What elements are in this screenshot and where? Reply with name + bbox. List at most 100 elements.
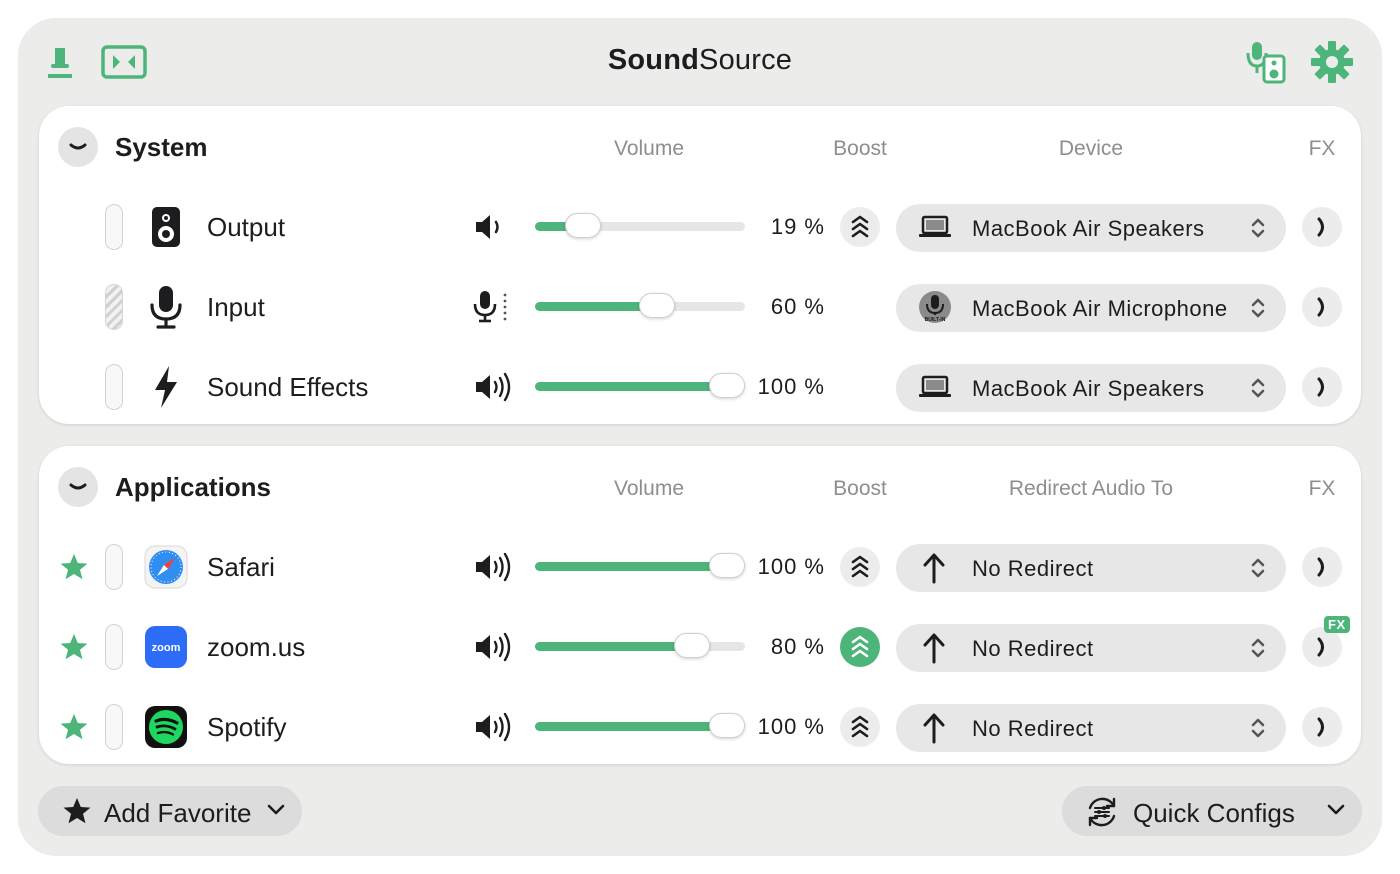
fx-button[interactable] [1302,207,1342,247]
builtin-mic-icon: BUILT-IN [918,290,952,329]
device-label: MacBook Air Speakers [972,376,1205,401]
redirect-select[interactable]: No Redirect [896,704,1286,752]
slider-knob[interactable] [709,713,745,738]
system-collapse-button[interactable] [58,127,98,167]
up-down-chevron-icon [1250,216,1266,245]
device-select[interactable]: MacBook Air Speakers [896,364,1286,412]
arrow-up-icon [922,712,946,749]
fx-button[interactable] [1302,707,1342,747]
gear-icon[interactable] [1310,40,1354,89]
volume-percent: 19 % [770,214,825,239]
add-favorite-button[interactable]: Add Favorite [38,786,302,836]
system-section-title: System [115,132,208,162]
star-icon [62,796,92,831]
chevron-right-icon [1317,557,1324,577]
applications-redirect-header: Redirect Audio To [1008,477,1174,500]
add-favorite-label: Add Favorite [104,798,252,828]
slider-knob[interactable] [639,293,675,318]
up-down-chevron-icon [1250,716,1266,745]
row-label: Sound Effects [207,372,369,402]
volume-slider[interactable] [535,213,745,238]
chevron-down-icon [69,483,87,490]
system-row-sound-effects: Sound Effects 100 % MacBook Air Speakers [39,348,1361,428]
applications-volume-header: Volume [613,477,685,500]
volume-slider[interactable] [535,373,745,398]
system-volume-header: Volume [613,137,685,160]
chevron-right-icon [1317,717,1324,737]
slider-knob[interactable] [709,553,745,578]
chevron-down-icon [1326,802,1346,821]
favorite-star-icon[interactable] [59,552,89,587]
boost-icon [851,635,869,658]
boost-icon [851,715,869,738]
applications-boost-header: Boost [833,477,887,500]
mute-toggle[interactable] [105,704,123,750]
fx-button[interactable] [1302,367,1342,407]
volume-percent: 100 % [757,554,825,579]
quick-configs-label: Quick Configs [1133,798,1295,828]
mic-speaker-icon[interactable] [1246,40,1288,89]
boost-button[interactable] [840,707,880,747]
boost-icon [851,555,869,578]
slider-knob[interactable] [674,633,710,658]
applications-section-title: Applications [115,472,272,502]
speaker-high-icon[interactable] [473,552,515,587]
app-row-spotify: Spotify 100 % No Redirect [39,688,1361,768]
applications-collapse-button[interactable] [58,467,98,507]
microphone-icon [143,284,189,330]
row-label: zoom.us [207,632,306,662]
boost-button[interactable] [840,547,880,587]
microphone-level-icon[interactable] [473,290,513,329]
volume-slider[interactable] [535,633,745,658]
speaker-low-icon[interactable] [473,212,513,247]
chevron-right-icon [1317,217,1324,237]
arrow-up-icon [922,552,946,589]
safari-icon [143,544,189,590]
fx-button[interactable] [1302,547,1342,587]
slider-knob[interactable] [709,373,745,398]
laptop-icon [918,374,952,405]
titlebar: SoundSource [18,18,1382,106]
volume-slider[interactable] [535,713,745,738]
volume-slider[interactable] [535,553,745,578]
fx-button[interactable] [1302,627,1342,667]
applications-panel: Applications Volume Boost Redirect Audio… [39,446,1361,764]
redirect-label: No Redirect [972,636,1094,661]
svg-text:BUILT-IN: BUILT-IN [925,317,946,323]
boost-button[interactable] [840,627,880,667]
system-row-input: Input 60 % BUILT-IN MacBook Air Micropho… [39,268,1361,348]
volume-percent: 60 % [770,294,825,319]
boost-button[interactable] [840,207,880,247]
system-row-output: Output 19 % MacBook Air Speakers [39,188,1361,268]
device-select[interactable]: BUILT-IN MacBook Air Microphone [896,284,1286,332]
device-label: MacBook Air Speakers [972,216,1205,241]
speaker-high-icon[interactable] [473,632,515,667]
redirect-label: No Redirect [972,716,1094,741]
up-down-chevron-icon [1250,556,1266,585]
mute-toggle[interactable] [105,364,123,410]
mute-toggle[interactable] [105,544,123,590]
system-panel: System Volume Boost Device FX Output 19 … [39,106,1361,424]
favorite-star-icon[interactable] [59,712,89,747]
device-select[interactable]: MacBook Air Speakers [896,204,1286,252]
slider-knob[interactable] [565,213,601,238]
device-label: MacBook Air Microphone [972,296,1228,321]
speaker-high-icon[interactable] [473,712,515,747]
chevron-right-icon [1317,297,1324,317]
app-title: SoundSource [607,44,793,76]
volume-slider[interactable] [535,293,745,318]
fx-button[interactable] [1302,287,1342,327]
mute-toggle[interactable] [105,284,123,330]
mute-toggle[interactable] [105,624,123,670]
mute-toggle[interactable] [105,204,123,250]
soundsource-window: SoundSource System Volume Boost Device F… [18,18,1382,856]
favorite-star-icon[interactable] [59,632,89,667]
volume-percent: 80 % [770,634,825,659]
redirect-select[interactable]: No Redirect [896,624,1286,672]
quick-configs-button[interactable]: Quick Configs [1062,786,1362,836]
up-down-chevron-icon [1250,376,1266,405]
redirect-select[interactable]: No Redirect [896,544,1286,592]
speaker-high-icon[interactable] [473,372,515,407]
row-label: Output [207,212,286,242]
speaker-icon [143,204,189,250]
